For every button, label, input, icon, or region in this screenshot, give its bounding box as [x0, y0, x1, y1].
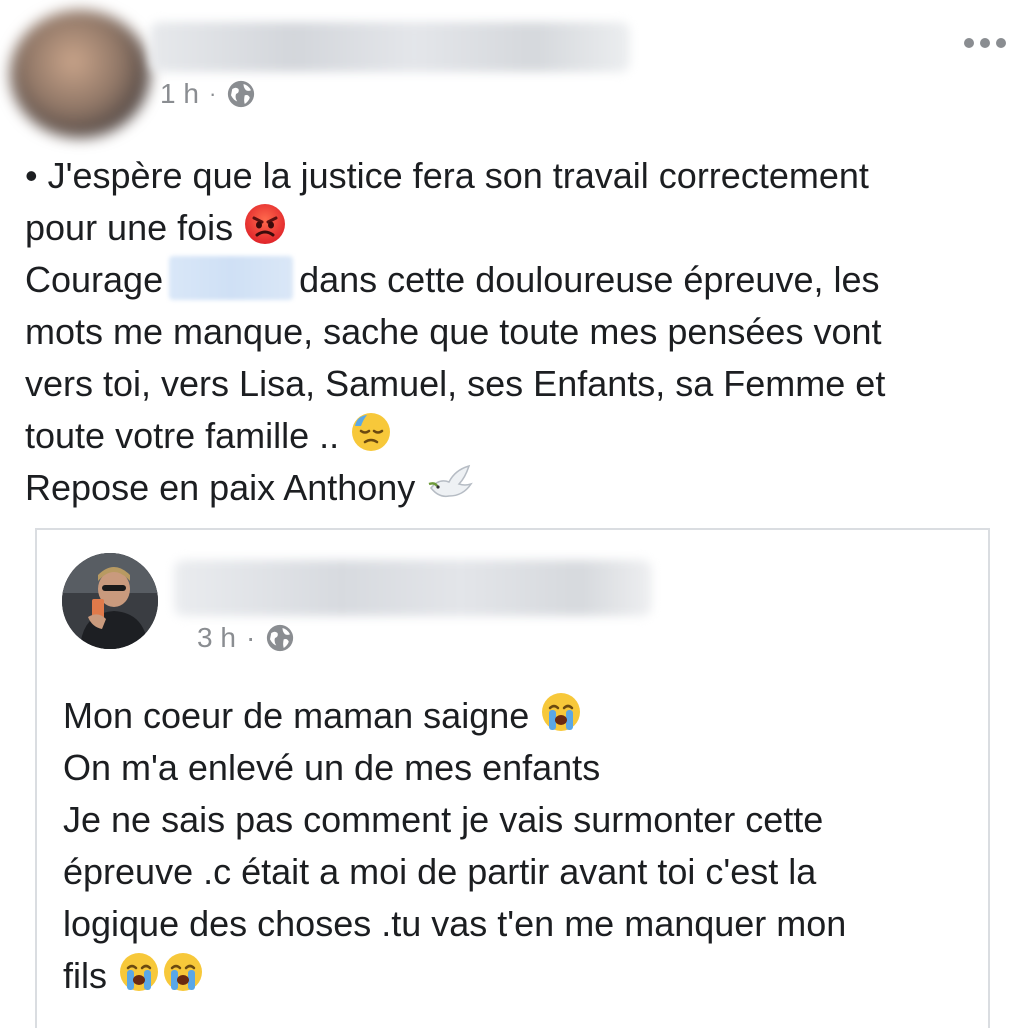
- loudly-crying-face-emoji: [542, 693, 581, 731]
- post-timestamp[interactable]: 1 h: [160, 78, 199, 110]
- downcast-sweat-face-emoji: [352, 413, 391, 451]
- post-line: • J'espère que la justice fera son trava…: [25, 150, 1005, 202]
- angry-face-emoji: [245, 204, 286, 244]
- post-line: pour une fois: [25, 202, 1005, 254]
- more-dot: [980, 38, 990, 48]
- shared-line: Je ne sais pas comment je vais surmonter…: [63, 794, 963, 846]
- shared-line: épreuve .c était a moi de partir avant t…: [63, 846, 963, 898]
- shared-post-meta: 3 h ·: [197, 622, 295, 654]
- author-avatar[interactable]: [10, 10, 150, 138]
- shared-text-line-4: épreuve .c était a moi de partir avant t…: [63, 851, 817, 892]
- shared-author-avatar[interactable]: [62, 553, 158, 649]
- post-text-line-6: toute votre famille ..: [25, 415, 340, 456]
- post-text-line-3a: Courage: [25, 259, 164, 300]
- post-text-line-2: pour une fois: [25, 207, 234, 248]
- shared-author-name-blurred[interactable]: [174, 560, 652, 616]
- post-header: 1 h ·: [0, 0, 1024, 140]
- post-body: • J'espère que la justice fera son trava…: [25, 150, 1005, 514]
- post-line: Courage dans cette douloureuse épreuve, l…: [25, 254, 1005, 306]
- shared-post-body: Mon coeur de maman saigne On m'a enlevé …: [63, 690, 963, 1002]
- shared-text-line-6: fils: [63, 955, 107, 996]
- author-name-blurred[interactable]: [150, 22, 630, 72]
- shared-text-line-1: Mon coeur de maman saigne: [63, 695, 530, 736]
- mentioned-user-blurred[interactable]: [169, 256, 294, 300]
- shared-post-timestamp[interactable]: 3 h: [197, 622, 236, 654]
- loudly-crying-face-emoji: [120, 953, 159, 991]
- loudly-crying-face-emoji: [164, 953, 203, 991]
- shared-post-card[interactable]: 3 h · Mon coeur de maman saigne On m'a e…: [35, 528, 990, 1028]
- post-text-line-7: Repose en paix Anthony: [25, 467, 416, 508]
- shared-text-line-2: On m'a enlevé un de mes enfants: [63, 747, 601, 788]
- shared-text-line-5: logique des choses .tu vas t'en me manqu…: [63, 903, 847, 944]
- post-text-line-3b: dans cette douloureuse épreuve, les: [299, 259, 880, 300]
- post-line: Repose en paix Anthony: [25, 462, 1005, 514]
- more-dot: [964, 38, 974, 48]
- post-line: mots me manque, sache que toute mes pens…: [25, 306, 1005, 358]
- globe-icon[interactable]: [226, 79, 256, 109]
- more-options-icon[interactable]: [964, 38, 1006, 48]
- globe-icon[interactable]: [265, 623, 295, 653]
- post-text-line-1: • J'espère que la justice fera son trava…: [25, 155, 869, 196]
- meta-separator: ·: [208, 81, 217, 106]
- post-text-line-5: vers toi, vers Lisa, Samuel, ses Enfants…: [25, 363, 886, 404]
- avatar-photo: [62, 553, 158, 649]
- post-text-line-4: mots me manque, sache que toute mes pens…: [25, 311, 882, 352]
- post-line: toute votre famille ..: [25, 410, 1005, 462]
- shared-line: logique des choses .tu vas t'en me manqu…: [63, 898, 963, 950]
- dove-emoji: [428, 464, 474, 498]
- shared-text-line-3: Je ne sais pas comment je vais surmonter…: [63, 799, 824, 840]
- shared-line: Mon coeur de maman saigne: [63, 690, 963, 742]
- post-meta: 1 h ·: [160, 78, 256, 110]
- shared-line: On m'a enlevé un de mes enfants: [63, 742, 963, 794]
- meta-separator: ·: [245, 622, 256, 653]
- post-line: vers toi, vers Lisa, Samuel, ses Enfants…: [25, 358, 1005, 410]
- more-dot: [996, 38, 1006, 48]
- shared-line: fils: [63, 950, 963, 1002]
